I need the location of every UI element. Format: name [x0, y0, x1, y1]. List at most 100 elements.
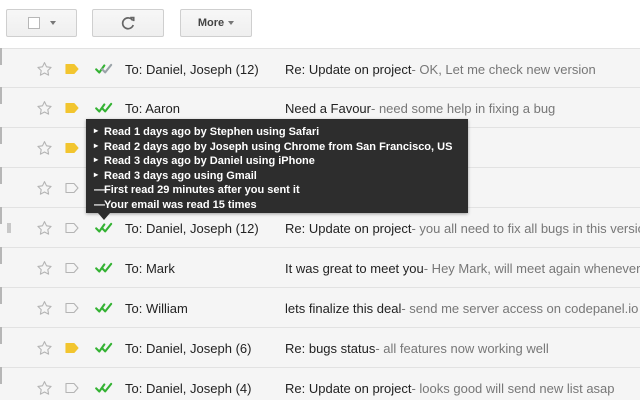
- star-icon: [37, 381, 52, 395]
- double-check-icon: [95, 342, 113, 353]
- snippet-text: - send me server access on codepanel.io: [401, 300, 639, 316]
- label-tag-icon: [65, 342, 79, 354]
- subject-text: Re: Update on project: [285, 220, 412, 236]
- tooltip-bullet-icon: ▸: [94, 140, 99, 150]
- tooltip-line: ▸ Read 2 days ago by Joseph using Chrome …: [94, 140, 460, 155]
- star-button[interactable]: [36, 168, 53, 208]
- star-button[interactable]: [36, 49, 53, 89]
- tooltip-line: ▸ Read 3 days ago using Gmail: [94, 169, 460, 184]
- read-status[interactable]: [95, 248, 113, 288]
- snippet-text: - looks good will send new list asap: [411, 380, 615, 396]
- tooltip-line: — First read 29 minutes after you sent it: [94, 183, 460, 198]
- row-checkbox[interactable]: [0, 247, 2, 264]
- star-button[interactable]: [36, 288, 53, 328]
- read-status[interactable]: [95, 368, 113, 400]
- email-row[interactable]: To: Daniel, Joseph (12) Re: Update on pro…: [0, 48, 640, 88]
- subject-text: It was great to meet you: [285, 260, 424, 276]
- label-button[interactable]: [65, 248, 79, 288]
- label-button[interactable]: [65, 128, 79, 168]
- star-button[interactable]: [36, 248, 53, 288]
- snippet-text: - OK, Let me check new version: [411, 61, 596, 77]
- more-button[interactable]: More: [180, 9, 252, 37]
- tooltip-arrow-icon: [98, 213, 110, 220]
- star-icon: [37, 141, 52, 155]
- star-button[interactable]: [36, 88, 53, 128]
- tooltip-line-text: Your email was read 15 times: [104, 198, 257, 211]
- select-dropdown-caret-icon: [49, 21, 56, 25]
- star-icon: [37, 62, 52, 76]
- double-check-icon: [95, 302, 113, 313]
- tooltip-line: — Your email was read 15 times: [94, 198, 460, 213]
- label-tag-icon: [65, 222, 79, 234]
- message-preview: lets finalize this deal - send me server…: [285, 288, 640, 328]
- subject-text: Re: Update on project: [285, 380, 412, 396]
- snippet-text: - Hey Mark, will meet again whenever: [423, 260, 640, 276]
- subject-text: Re: Update on project: [285, 61, 412, 77]
- row-checkbox[interactable]: [0, 167, 2, 184]
- recipient-text: To: William: [125, 300, 188, 316]
- star-button[interactable]: [36, 208, 53, 248]
- star-icon: [37, 301, 52, 315]
- tooltip-lines: ▸ Read 1 days ago by Stephen using Safari…: [94, 125, 460, 212]
- snippet-text: - need some help in fixing a bug: [371, 100, 556, 116]
- double-check-icon: [95, 102, 113, 113]
- label-button[interactable]: [65, 288, 79, 328]
- subject-text: lets finalize this deal: [285, 300, 402, 316]
- subject-text: Need a Favour: [285, 100, 371, 116]
- star-icon: [37, 221, 52, 235]
- star-button[interactable]: [36, 128, 53, 168]
- label-tag-icon: [65, 142, 79, 154]
- label-button[interactable]: [65, 88, 79, 128]
- tooltip-line-text: Read 3 days ago using Gmail: [104, 169, 257, 182]
- message-preview: Re: bugs status - all features now worki…: [285, 328, 640, 368]
- toolbar: More: [0, 0, 640, 48]
- double-check-icon: [95, 262, 113, 273]
- read-status[interactable]: [95, 328, 113, 368]
- label-button[interactable]: [65, 208, 79, 248]
- row-checkbox[interactable]: [0, 48, 2, 65]
- message-preview: Re: Update on project - looks good will …: [285, 368, 640, 400]
- message-preview: It was great to meet you - Hey Mark, wil…: [285, 248, 640, 288]
- label-button[interactable]: [65, 49, 79, 89]
- email-row[interactable]: To: Daniel, Joseph (12) Re: Update on pro…: [0, 207, 640, 248]
- star-icon: [37, 261, 52, 275]
- tooltip-dash-icon: —: [94, 198, 105, 211]
- label-tag-icon: [65, 382, 79, 394]
- gmail-inbox-screen: More To: Daniel, Joseph (12) Re: Update o…: [0, 0, 640, 400]
- read-status[interactable]: [95, 49, 113, 89]
- star-button[interactable]: [36, 368, 53, 400]
- row-checkbox[interactable]: [0, 127, 2, 144]
- more-button-label: More: [197, 17, 225, 29]
- double-check-icon: [95, 63, 113, 74]
- label-tag-icon: [65, 262, 79, 274]
- row-checkbox[interactable]: [0, 327, 2, 344]
- message-preview: Re: Update on project - OK, Let me check…: [285, 49, 640, 89]
- message-preview: Re: Update on project - you all need to …: [285, 208, 640, 248]
- select-all-button[interactable]: [6, 9, 77, 37]
- star-button[interactable]: [36, 328, 53, 368]
- email-row[interactable]: To: Mark It was great to meet you - Hey M…: [0, 247, 640, 288]
- double-check-icon: [95, 222, 113, 233]
- more-dropdown-caret-icon: [228, 21, 235, 25]
- email-row[interactable]: To: William lets finalize this deal - sen…: [0, 287, 640, 328]
- label-button[interactable]: [65, 168, 79, 208]
- read-status[interactable]: [95, 288, 113, 328]
- email-row[interactable]: To: Daniel, Joseph (6) Re: bugs status - …: [0, 327, 640, 368]
- refresh-icon: [121, 16, 135, 30]
- label-button[interactable]: [65, 328, 79, 368]
- tooltip-line: ▸ Read 3 days ago by Daniel using iPhone: [94, 154, 460, 169]
- tooltip-line-text: Read 3 days ago by Daniel using iPhone: [104, 155, 315, 167]
- row-checkbox[interactable]: [0, 207, 2, 224]
- tooltip-line-text: Read 2 days ago by Joseph using Chrome f…: [104, 140, 453, 153]
- row-checkbox[interactable]: [0, 287, 2, 304]
- double-check-icon: [95, 382, 113, 393]
- snippet-text: - you all need to fix all bugs in this v…: [411, 220, 640, 236]
- recipient-text: To: Daniel, Joseph (4): [125, 380, 252, 396]
- subject-text: Re: bugs status: [285, 340, 376, 356]
- row-checkbox[interactable]: [0, 367, 2, 384]
- email-row[interactable]: To: Daniel, Joseph (4) Re: Update on proj…: [0, 367, 640, 400]
- label-button[interactable]: [65, 368, 79, 400]
- refresh-button[interactable]: [92, 9, 164, 37]
- row-checkbox[interactable]: [0, 87, 2, 104]
- drag-handle-icon[interactable]: [7, 223, 11, 233]
